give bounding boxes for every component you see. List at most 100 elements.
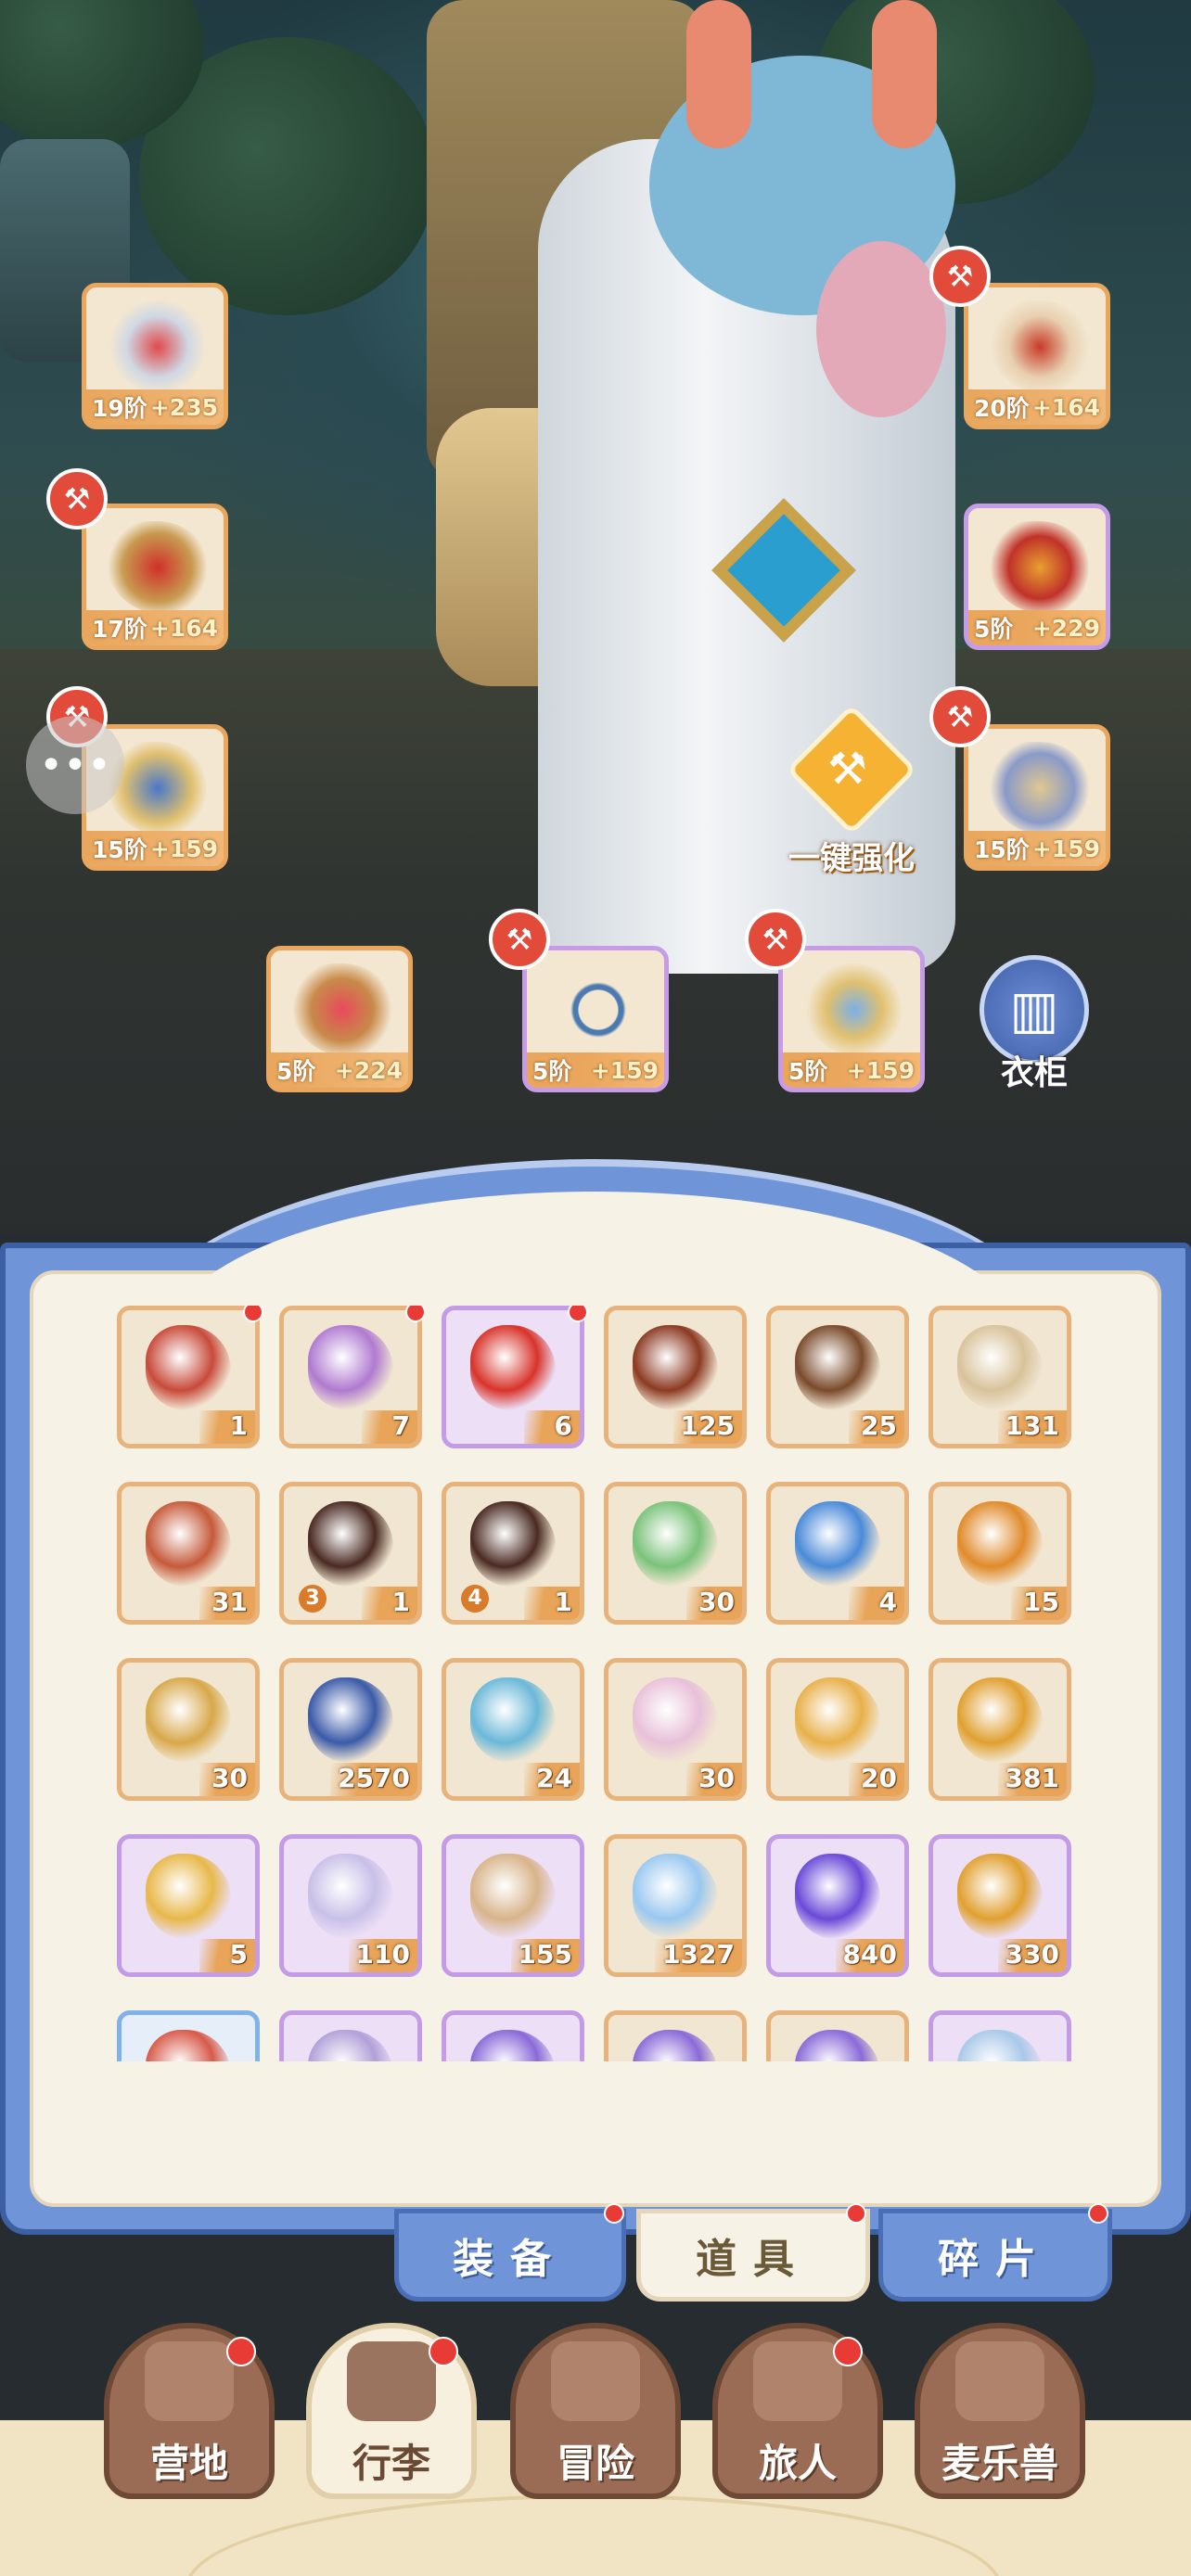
nav-label: 冒险 bbox=[556, 2441, 634, 2486]
item-quantity: 15 bbox=[1011, 1587, 1067, 1620]
bonus-label: +159 bbox=[1031, 835, 1100, 862]
seed-bag-icon bbox=[146, 1501, 231, 1587]
amber-egg-icon bbox=[957, 1854, 1043, 1939]
apple-icon bbox=[470, 1325, 556, 1410]
equip-slot-necklace[interactable]: 5阶 +159 bbox=[522, 946, 669, 1092]
partial-item-icon bbox=[795, 2030, 880, 2061]
inventory-item[interactable]: 31 bbox=[279, 1482, 422, 1625]
equip-slot-armor[interactable]: 17阶 +164 bbox=[82, 504, 228, 650]
inventory-item[interactable]: 840 bbox=[766, 1834, 909, 1977]
inventory-item[interactable]: 20 bbox=[766, 1658, 909, 1801]
chat-bubble-icon[interactable]: ••• bbox=[26, 716, 124, 814]
equip-slot-helmet[interactable]: 20阶 +164 bbox=[964, 283, 1110, 429]
one-click-enhance-button[interactable]: ⚒ 一键强化 bbox=[768, 704, 935, 881]
backpack-icon bbox=[347, 2341, 436, 2421]
inventory-item[interactable]: 31 bbox=[117, 1482, 260, 1625]
nav-melon-beast[interactable]: 麦乐兽 bbox=[915, 2323, 1085, 2499]
inventory-item[interactable]: 15 bbox=[928, 1482, 1071, 1625]
nav-adventure[interactable]: 冒险 bbox=[510, 2323, 681, 2499]
tab-label: 道具 bbox=[696, 2236, 811, 2283]
equip-slot-ring[interactable]: 5阶 +224 bbox=[266, 946, 413, 1092]
wardrobe-label: 衣柜 bbox=[1000, 1054, 1068, 1092]
inventory-item[interactable]: 25 bbox=[766, 1306, 909, 1448]
tab-equipment[interactable]: 装备 bbox=[394, 2209, 626, 2302]
inventory-item[interactable]: 4 bbox=[766, 1482, 909, 1625]
bonus-label: +159 bbox=[846, 1056, 915, 1084]
gauntlet-icon bbox=[989, 521, 1091, 614]
inventory-item[interactable]: 6 bbox=[442, 1306, 584, 1448]
equip-slot-gauntlet[interactable]: 5阶 +229 bbox=[964, 504, 1110, 650]
nav-label: 麦乐兽 bbox=[941, 2441, 1058, 2486]
item-quantity: 5 bbox=[199, 1939, 255, 1972]
paint-splash-icon bbox=[795, 1677, 880, 1763]
item-quantity: 125 bbox=[672, 1410, 742, 1444]
bonus-label: +159 bbox=[149, 835, 218, 862]
tier-label: 5阶 bbox=[532, 1058, 572, 1085]
inventory-item[interactable]: 2570 bbox=[279, 1658, 422, 1801]
item-quantity: 7 bbox=[362, 1410, 417, 1444]
upgrade-hammer-icon[interactable]: ⚒ bbox=[929, 686, 991, 747]
saddle-icon bbox=[308, 1501, 393, 1587]
inventory-item[interactable]: 24 bbox=[442, 1658, 584, 1801]
inventory-item[interactable] bbox=[604, 2010, 747, 2061]
star-shard-icon bbox=[633, 1854, 718, 1939]
equip-slot-amulet[interactable]: 5阶 +159 bbox=[778, 946, 925, 1092]
cat-face-icon bbox=[955, 2341, 1044, 2421]
inventory-item[interactable]: 41 bbox=[442, 1482, 584, 1625]
horse-ear bbox=[686, 0, 751, 148]
inventory-item[interactable]: 30 bbox=[604, 1482, 747, 1625]
item-quantity: 110 bbox=[348, 1939, 417, 1972]
equip-slot-sword[interactable]: 19阶 +235 bbox=[82, 283, 228, 429]
upgrade-hammer-icon[interactable]: ⚒ bbox=[46, 468, 108, 529]
inventory-item[interactable]: 125 bbox=[604, 1306, 747, 1448]
inventory-item[interactable] bbox=[279, 2010, 422, 2061]
upgrade-hammer-icon[interactable]: ⚒ bbox=[745, 909, 806, 970]
bonus-label: +159 bbox=[590, 1056, 659, 1084]
inventory-item[interactable]: 155 bbox=[442, 1834, 584, 1977]
log-icon bbox=[795, 1325, 880, 1410]
item-quantity: 31 bbox=[199, 1587, 255, 1620]
rainbow-paint-icon bbox=[633, 1677, 718, 1763]
item-quantity: 20 bbox=[849, 1763, 904, 1796]
inventory-item[interactable]: 5 bbox=[117, 1834, 260, 1977]
inventory-item[interactable]: 1327 bbox=[604, 1834, 747, 1977]
castle-icon bbox=[145, 2341, 234, 2421]
golden-spoon-icon bbox=[957, 1325, 1043, 1410]
horse-ear bbox=[872, 0, 937, 148]
inventory-item[interactable]: 30 bbox=[117, 1658, 260, 1801]
saddle-icon bbox=[470, 1501, 556, 1587]
tab-fragments[interactable]: 碎片 bbox=[878, 2209, 1112, 2302]
notification-dot bbox=[846, 2203, 866, 2224]
item-quantity: 6 bbox=[524, 1410, 580, 1444]
tier-label: 15阶 bbox=[92, 836, 147, 863]
partial-item-icon bbox=[146, 2030, 231, 2061]
inventory-item[interactable]: 1 bbox=[117, 1306, 260, 1448]
inventory-item[interactable] bbox=[766, 2010, 909, 2061]
inventory-item[interactable]: 7 bbox=[279, 1306, 422, 1448]
notification-dot bbox=[226, 2337, 256, 2366]
upgrade-hammer-icon[interactable]: ⚒ bbox=[489, 909, 550, 970]
inventory-item[interactable]: 131 bbox=[928, 1306, 1071, 1448]
inventory-item[interactable]: 330 bbox=[928, 1834, 1071, 1977]
inventory-grid[interactable]: 1 7 6 125 25 131 31 3 1 4 1 30 4 15 30 2570 24 30 20 381 5 11… bbox=[117, 1306, 1074, 2061]
inventory-item[interactable]: 30 bbox=[604, 1658, 747, 1801]
upgrade-hammer-icon[interactable]: ⚒ bbox=[929, 246, 991, 307]
inventory-item[interactable] bbox=[442, 2010, 584, 2061]
inventory-item[interactable] bbox=[117, 2010, 260, 2061]
helmet-icon bbox=[989, 300, 1091, 393]
ring-icon bbox=[291, 963, 393, 1056]
item-quantity: 1 bbox=[199, 1410, 255, 1444]
inventory-item[interactable]: 110 bbox=[279, 1834, 422, 1977]
paper-plane-icon bbox=[633, 1501, 718, 1587]
inventory-item[interactable] bbox=[928, 2010, 1071, 2061]
paw-stamp-icon bbox=[146, 1854, 231, 1939]
equip-slot-boots[interactable]: 15阶 +159 bbox=[964, 724, 1110, 871]
wardrobe-button[interactable]: ▥ 衣柜 bbox=[974, 955, 1095, 1094]
cat-coin-icon bbox=[957, 1501, 1043, 1587]
necklace-icon bbox=[547, 963, 649, 1056]
tab-items[interactable]: 道具 bbox=[636, 2209, 870, 2302]
notification-dot bbox=[429, 2337, 458, 2366]
item-quantity: 30 bbox=[199, 1763, 255, 1796]
inventory-item[interactable]: 381 bbox=[928, 1658, 1071, 1801]
item-quantity: 330 bbox=[997, 1939, 1067, 1972]
